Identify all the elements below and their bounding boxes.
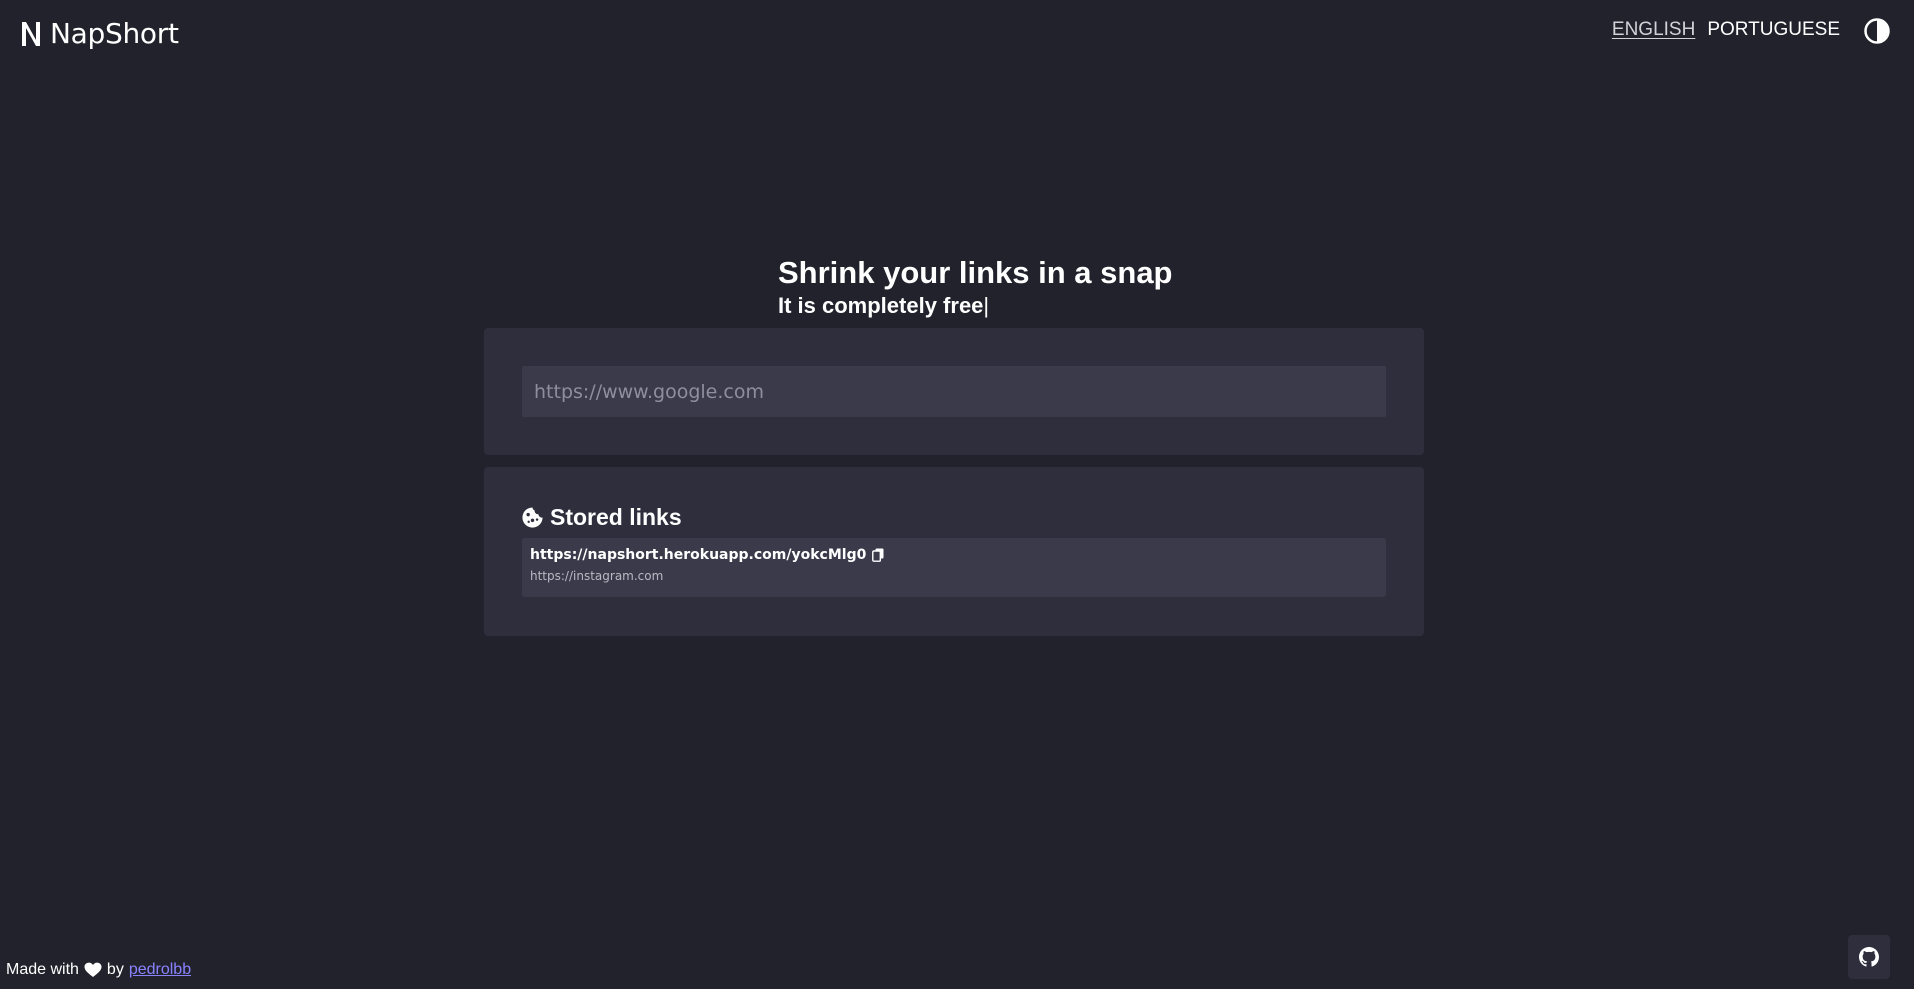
language-english-link[interactable]: ENGLISH xyxy=(1612,19,1695,41)
shorten-form-card xyxy=(484,328,1424,455)
stored-links-header: Stored links xyxy=(521,504,682,531)
hero-title: Shrink your links in a snap xyxy=(778,255,1173,290)
url-input[interactable] xyxy=(522,366,1386,417)
page: NapShort ENGLISH PORTUGUESE Shrink your … xyxy=(0,0,1914,989)
copy-icon[interactable] xyxy=(872,548,884,562)
stored-links-list: https://napshort.herokuapp.com/yokcMlg0 … xyxy=(522,538,1386,597)
typing-caret: | xyxy=(983,293,990,318)
footer-credit: Made with by pedrolbb xyxy=(6,961,191,979)
hero-subtitle-text: It is completely free xyxy=(778,293,984,318)
logo-link[interactable]: NapShort xyxy=(20,20,179,48)
language-nav: ENGLISH PORTUGUESE xyxy=(1612,19,1840,41)
hero-subtitle: It is completely free| xyxy=(778,292,1238,320)
contrast-icon xyxy=(1864,18,1890,44)
short-url-row: https://napshort.herokuapp.com/yokcMlg0 xyxy=(530,547,1378,563)
language-portuguese-link[interactable]: PORTUGUESE xyxy=(1707,19,1840,41)
theme-toggle-button[interactable] xyxy=(1864,18,1890,44)
original-url-text: https://instagram.com xyxy=(530,569,664,583)
hero: Shrink your links in a snap It is comple… xyxy=(778,254,1238,320)
short-url-text: https://napshort.herokuapp.com/yokcMlg0 xyxy=(530,547,867,563)
heart-icon xyxy=(84,962,102,977)
stored-links-title: Stored links xyxy=(550,504,682,530)
footer-made-with: Made with xyxy=(6,961,79,978)
logo-text: NapShort xyxy=(50,17,179,50)
logo-icon xyxy=(20,20,42,48)
author-link[interactable]: pedrolbb xyxy=(129,961,191,979)
stored-links-card: Stored links https://napshort.herokuapp.… xyxy=(484,467,1424,636)
list-item: https://napshort.herokuapp.com/yokcMlg0 … xyxy=(522,538,1386,597)
github-button[interactable] xyxy=(1848,935,1890,979)
github-icon xyxy=(1859,947,1879,967)
cookie-icon xyxy=(522,507,543,528)
footer-by: by xyxy=(106,961,124,978)
